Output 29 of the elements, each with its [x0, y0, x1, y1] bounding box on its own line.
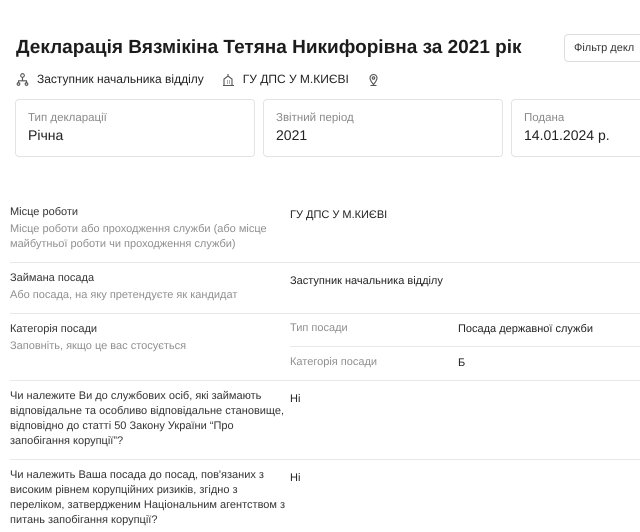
card-value: 14.01.2024 р.	[524, 127, 611, 143]
meta-text: ГУ ДПС У М.КИЄВІ	[242, 72, 349, 86]
card-label: Подана	[524, 112, 566, 124]
field-hint: Або посада, на яку претендуєте як кандидат	[10, 288, 238, 303]
field-hint: Заповніть, якщо це вас стосується	[10, 339, 188, 354]
card-value: 2021	[276, 127, 308, 143]
sub-value: Посада державної служби	[458, 322, 594, 337]
card-label: Звітний період	[276, 112, 355, 124]
field-label: Чи належить Ваша посада до посад, пов'язаних з високим рівнем корупційних ризиків, згідно з переліком, затвердженим Національним агентством з питань запобігання корупції?	[10, 468, 286, 528]
field-label: Займана посада	[10, 271, 96, 286]
card-label: Тип декларації	[28, 112, 108, 124]
sub-label: Категорія посади	[290, 356, 378, 370]
sub-label: Тип посади	[290, 322, 349, 336]
field-hint: Місце роботи або проходження служби (або місце майбутньої роботи чи проходження служби)	[10, 222, 268, 252]
field-label: Місце роботи	[10, 205, 80, 220]
location-pin-icon	[366, 72, 380, 86]
field-value: Ні	[290, 472, 300, 484]
filter-button[interactable]: Фільтр декл	[564, 34, 640, 62]
field-label: Категорія посади	[10, 322, 98, 337]
building-icon	[222, 72, 235, 86]
field-value: ГУ ДПС У М.КИЄВІ	[290, 209, 388, 221]
meta-text: Заступник начальника відділу	[37, 72, 204, 86]
org-chart-icon	[16, 72, 29, 86]
field-value: Заступник начальника відділу	[290, 275, 443, 287]
field-value: Ні	[290, 393, 300, 405]
page-title: Декларація Вязмікіна Тетяна Никифорівна за 2021 рік	[16, 37, 522, 59]
field-label: Чи належите Ви до службових осіб, які займають відповідальне та особливо відповідальне становище, відповідно до статті 50 Закону України “Про запобігання корупції”?	[10, 389, 286, 449]
sub-value: Б	[458, 356, 466, 371]
card-value: Річна	[28, 127, 64, 143]
